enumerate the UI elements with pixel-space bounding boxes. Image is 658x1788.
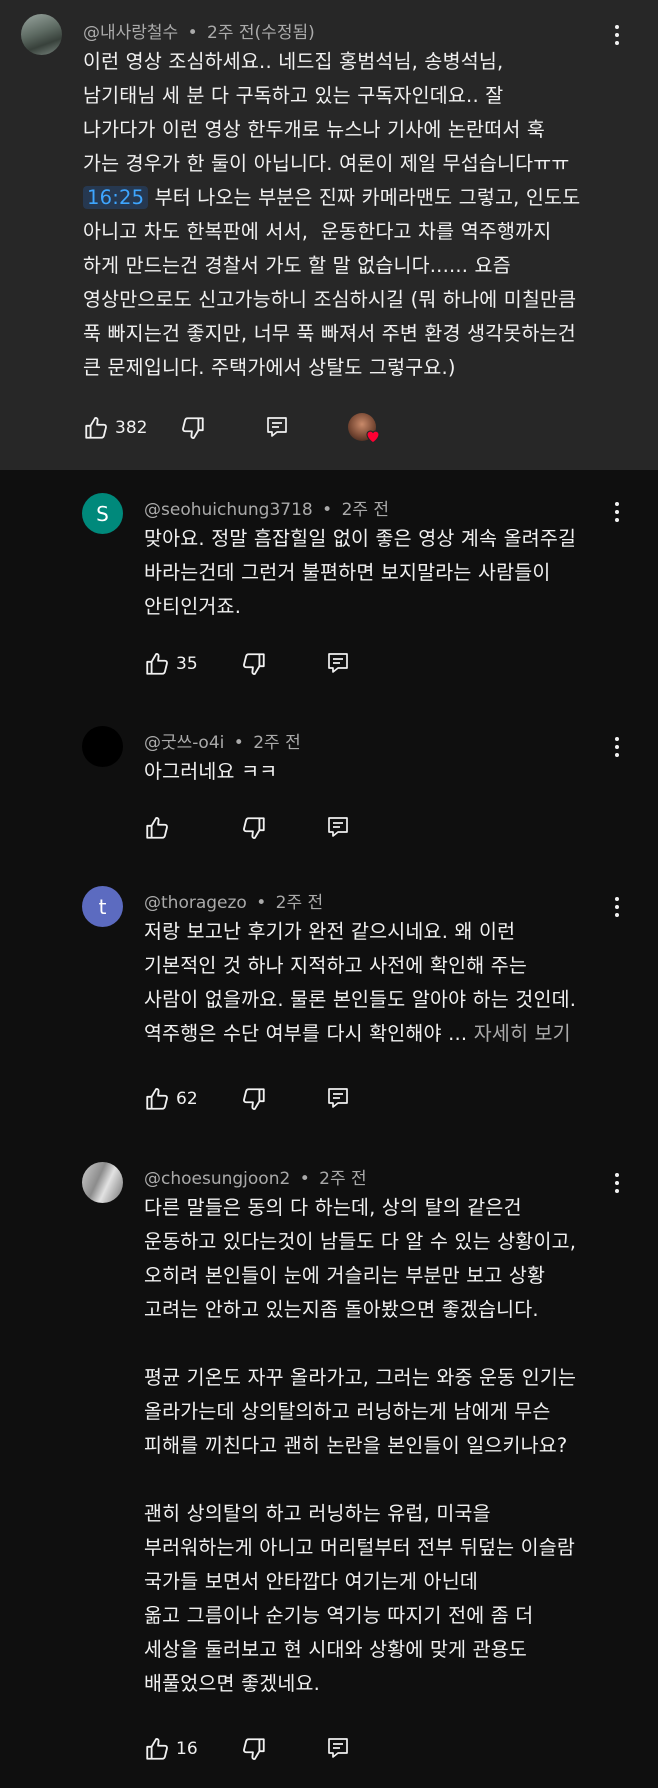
comment-text-part: 이런 영상 조심하세요.. 네드집 홍범석님, 송병석님, 남기태님 세 분 다…	[83, 50, 570, 175]
comment-meta: @choesungjoon2 • 2주 전	[144, 1164, 367, 1189]
thumbs-up-icon	[144, 815, 170, 841]
timestamp-link[interactable]: 16:25	[83, 186, 149, 209]
thumbs-down-icon	[241, 651, 267, 677]
avatar-letter: t	[98, 894, 107, 919]
comment-text: 저랑 보고난 후기가 완전 같으시네요. 왜 이런 기본적인 것 하나 지적하고…	[144, 915, 644, 1051]
dislike-button[interactable]	[241, 1086, 267, 1112]
thumbs-down-icon	[180, 415, 206, 441]
top-comment: @내사랑철수 • 2주 전(수정됨) 이런 영상 조심하세요.. 네드집 홍범석…	[0, 0, 658, 470]
dislike-button[interactable]	[241, 651, 267, 677]
comment-author[interactable]: @seohuichung3718	[144, 500, 313, 520]
like-count: 382	[115, 418, 148, 438]
kebab-dot	[615, 1181, 619, 1185]
reply-comment: @굿쓰-o4i • 2주 전 아그러네요 ㅋㅋ	[0, 705, 658, 865]
comment-text: 맞아요. 정말 흠잡힐일 없이 좋은 영상 계속 올려주길 바라는건데 그런거 …	[144, 527, 577, 618]
comment-time[interactable]: 2주 전	[342, 500, 390, 520]
meta-separator: •	[299, 1169, 310, 1189]
thumbs-down-icon	[241, 815, 267, 841]
dislike-button[interactable]	[180, 415, 206, 441]
avatar-letter: S	[96, 501, 109, 526]
reply-comment: @choesungjoon2 • 2주 전 다른 말들은 동의 다 하는데, 상…	[0, 1155, 658, 1788]
kebab-dot	[615, 1173, 619, 1177]
comment-actions: 35	[144, 651, 624, 681]
reply-button[interactable]	[326, 815, 350, 839]
reply-icon	[265, 415, 289, 439]
comment-text: 다른 말들은 동의 다 하는데, 상의 탈의 같은건 운동하고 있다는것이 남들…	[144, 1196, 577, 1695]
reply-icon	[326, 815, 350, 839]
comment-actions: 382	[83, 413, 643, 445]
avatar[interactable]: S	[82, 493, 123, 534]
reply-button[interactable]	[326, 1736, 350, 1760]
like-count: 16	[176, 1739, 198, 1759]
comment-time[interactable]: 2주 전(수정됨)	[207, 23, 315, 43]
reply-icon	[326, 1736, 350, 1760]
kebab-dot	[615, 25, 619, 29]
comment-author[interactable]: @굿쓰-o4i	[144, 733, 224, 753]
comment-actions: 62	[144, 1086, 624, 1116]
reply-comment: S @seohuichung3718 • 2주 전 맞아요. 정말 흠잡힐일 없…	[0, 470, 658, 705]
meta-separator: •	[256, 893, 267, 913]
avatar[interactable]	[21, 14, 62, 55]
kebab-dot	[615, 737, 619, 741]
comment-author[interactable]: @내사랑철수	[83, 23, 178, 43]
reply-button[interactable]	[265, 415, 289, 439]
reply-button[interactable]	[326, 651, 350, 675]
avatar[interactable]: t	[82, 886, 123, 927]
dislike-button[interactable]	[241, 815, 267, 841]
avatar[interactable]	[82, 726, 123, 767]
avatar[interactable]	[82, 1162, 123, 1203]
like-button[interactable]: 382	[83, 415, 147, 441]
thumbs-up-icon	[144, 1736, 170, 1762]
thumbs-up-icon	[144, 651, 170, 677]
comment-text: 이런 영상 조심하세요.. 네드집 홍범석님, 송병석님, 남기태님 세 분 다…	[83, 45, 643, 385]
reply-button[interactable]	[326, 1086, 350, 1110]
reply-icon	[326, 1086, 350, 1110]
kebab-dot	[615, 897, 619, 901]
meta-separator: •	[187, 23, 198, 43]
like-button[interactable]: 16	[144, 1736, 198, 1762]
comment-text-part: 부터 나오는 부분은 진짜 카메라맨도 그렇고, 인도도 아니고 차도 한복판에…	[83, 186, 581, 379]
comment-meta: @굿쓰-o4i • 2주 전	[144, 728, 301, 753]
creator-heart	[348, 413, 380, 444]
comment-meta: @seohuichung3718 • 2주 전	[144, 495, 389, 520]
comment-text: 아그러네요 ㅋㅋ	[144, 760, 278, 783]
comment-actions: 16	[144, 1736, 624, 1766]
like-count: 62	[176, 1089, 198, 1109]
heart-icon	[366, 430, 380, 444]
comment-author[interactable]: @thoragezo	[144, 893, 247, 913]
comment-actions	[144, 815, 624, 845]
thumbs-down-icon	[241, 1736, 267, 1762]
thumbs-up-icon	[144, 1086, 170, 1112]
kebab-dot	[615, 510, 619, 514]
reply-comment: t @thoragezo • 2주 전 저랑 보고난 후기가 완전 같으시네요.…	[0, 865, 658, 1155]
like-count: 35	[176, 654, 198, 674]
kebab-dot	[615, 745, 619, 749]
reply-icon	[326, 651, 350, 675]
comment-time[interactable]: 2주 전	[319, 1169, 367, 1189]
comment-meta: @thoragezo • 2주 전	[144, 888, 323, 913]
meta-separator: •	[233, 733, 244, 753]
kebab-dot	[615, 33, 619, 37]
kebab-dot	[615, 502, 619, 506]
like-button[interactable]: 35	[144, 651, 198, 677]
comment-author[interactable]: @choesungjoon2	[144, 1169, 290, 1189]
like-button[interactable]	[144, 815, 170, 841]
dislike-button[interactable]	[241, 1736, 267, 1762]
comment-time[interactable]: 2주 전	[276, 893, 324, 913]
read-more-link[interactable]: 자세히 보기	[467, 1022, 571, 1045]
like-button[interactable]: 62	[144, 1086, 198, 1112]
thumbs-down-icon	[241, 1086, 267, 1112]
comment-time[interactable]: 2주 전	[253, 733, 301, 753]
kebab-dot	[615, 905, 619, 909]
meta-separator: •	[322, 500, 333, 520]
thumbs-up-icon	[83, 415, 109, 441]
comment-meta: @내사랑철수 • 2주 전(수정됨)	[83, 18, 315, 43]
